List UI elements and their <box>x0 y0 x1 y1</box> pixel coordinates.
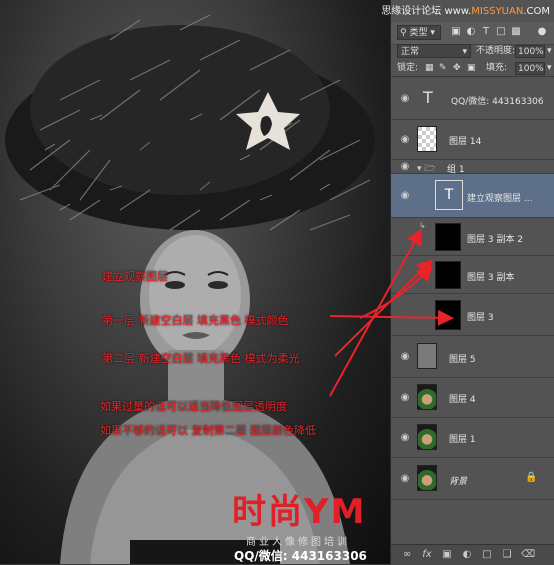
text-layer-icon: T <box>423 88 433 107</box>
layer-row-14[interactable]: ◉ 图层 14 <box>391 120 554 160</box>
filter-toggle-icon[interactable]: ● <box>537 25 547 39</box>
layer-name: 图层 1 <box>449 435 476 445</box>
new-group-icon[interactable]: □ <box>481 549 493 561</box>
image-filter-icon[interactable]: ▣ <box>451 25 461 39</box>
shape-filter-icon[interactable]: □ <box>496 25 506 39</box>
layer-thumbnail <box>417 343 437 369</box>
visibility-eye-icon[interactable]: ◉ <box>398 432 412 444</box>
visibility-eye-icon[interactable]: ◉ <box>398 134 412 146</box>
layer-row-5[interactable]: ◉ 图层 5 <box>391 336 554 378</box>
layer-thumbnail <box>435 261 461 289</box>
annotation-observe-layer: 建立观察图层 <box>102 270 168 283</box>
lock-paint-icon[interactable]: ✎ <box>439 61 447 75</box>
visibility-eye-icon[interactable]: ◉ <box>398 93 412 105</box>
lock-row: 锁定: ▦ ✎ ✥ ▣ 填充: 100% ▾ <box>391 60 554 77</box>
layer-name: 图层 5 <box>449 355 476 365</box>
lock-icon: 🔒 <box>525 472 538 483</box>
layer-name: 图层 4 <box>449 395 476 405</box>
visibility-eye-icon[interactable]: ◉ <box>398 161 412 173</box>
delete-layer-icon[interactable]: ⌫ <box>521 549 535 561</box>
smart-object-filter-icon[interactable]: ▩ <box>511 25 521 39</box>
layer-name: 图层 3 副本 2 <box>467 235 524 245</box>
layer-filter-bar: ⚲ 类型 ▾ ▣ ◐ T □ ▩ ● <box>391 22 554 45</box>
layer-thumbnail <box>435 300 461 330</box>
layer-row-qq-text[interactable]: ◉ T QQ/微信: 443163306 <box>391 78 554 120</box>
layer-name: 图层 14 <box>449 137 482 147</box>
blend-row: 正常 ▾ 不透明度: 100% ▾ <box>391 44 554 60</box>
layer-row-background[interactable]: ◉ 背景 🔒 <box>391 458 554 500</box>
layer-name: 图层 3 <box>467 313 494 323</box>
layer-row-3[interactable]: 图层 3 <box>391 294 554 336</box>
annotation-reduce-opacity: 如果过量的话可以适当降低图层透明度 <box>100 400 287 413</box>
link-layers-icon[interactable]: ∞ <box>401 549 413 561</box>
layer-row-1[interactable]: ◉ 图层 1 <box>391 418 554 458</box>
blend-mode-select[interactable]: 正常 ▾ <box>397 44 471 58</box>
new-layer-icon[interactable]: ❏ <box>501 549 513 561</box>
layers-panel: ⚲ 类型 ▾ ▣ ◐ T □ ▩ ● 正常 ▾ 不透明度: 100% ▾ 锁定: … <box>390 0 554 565</box>
layers-bottom-bar: ∞ fx ▣ ◐ □ ❏ ⌫ <box>391 544 554 565</box>
clip-arrow-icon: ↳ <box>419 221 426 230</box>
layer-thumbnail <box>417 465 437 491</box>
layer-thumbnail <box>435 223 461 251</box>
layer-name: 建立观察图层 ... <box>467 194 533 204</box>
layer-filter-select[interactable]: ⚲ 类型 ▾ <box>397 25 441 40</box>
fill-input[interactable]: 100% <box>515 62 545 75</box>
layer-style-icon[interactable]: fx <box>421 549 433 561</box>
layer-thumbnail <box>417 384 437 410</box>
visibility-eye-icon[interactable]: ◉ <box>398 190 412 202</box>
layer-thumbnail <box>417 424 437 450</box>
photo-illustration <box>5 14 375 564</box>
visibility-eye-icon[interactable]: ◉ <box>398 351 412 363</box>
lock-transparent-icon[interactable]: ▦ <box>425 61 434 75</box>
layer-row-group[interactable]: ◉ ▾ 🗁 组 1 <box>391 160 554 175</box>
text-filter-icon[interactable]: T <box>481 25 491 39</box>
layer-name: 图层 3 副本 <box>467 273 515 283</box>
opacity-label: 不透明度: <box>476 46 516 56</box>
site-watermark: 思缘设计论坛 www.MISSYUAN.COM <box>381 2 550 17</box>
opacity-input[interactable]: 100% <box>515 45 545 58</box>
canvas-photo: 建立观察图层 第一层 新建空白层 填充黑色 模式颜色 第二层 新建空白层 填充黑… <box>0 0 390 564</box>
layer-name: QQ/微信: 443163306 <box>451 97 544 107</box>
lock-label: 锁定: <box>397 63 419 73</box>
adjustment-layer-icon[interactable]: ◐ <box>461 549 473 561</box>
watermark-cn: 思缘设计论坛 <box>381 6 442 17</box>
adjustment-filter-icon[interactable]: ◐ <box>466 25 476 39</box>
layer-row-3-copy[interactable]: 图层 3 副本 <box>391 256 554 294</box>
lock-all-icon[interactable]: ▣ <box>467 61 476 75</box>
visibility-eye-icon[interactable]: ◉ <box>398 392 412 404</box>
lock-position-icon[interactable]: ✥ <box>453 61 461 75</box>
opacity-arrow-icon[interactable]: ▾ <box>547 44 552 58</box>
annotation-first-layer: 第一层 新建空白层 填充黑色 模式颜色 <box>102 314 289 327</box>
brand-logo: 时尚YM <box>232 492 367 532</box>
watermark-url-c: .COM <box>523 6 550 17</box>
watermark-url-b: MISSYUAN <box>471 6 524 17</box>
layer-row-3-copy-2[interactable]: ↳ 图层 3 副本 2 <box>391 218 554 256</box>
layer-thumbnail <box>417 126 437 152</box>
text-layer-icon: T <box>435 180 463 210</box>
layer-row-observe-selected[interactable]: ◉ T 建立观察图层 ... <box>391 174 554 218</box>
layer-row-4[interactable]: ◉ 图层 4 <box>391 378 554 418</box>
fill-arrow-icon[interactable]: ▾ <box>547 61 552 75</box>
brand-qq: QQ/微信: 443163306 <box>234 549 367 563</box>
annotation-second-layer: 第二层 新建空白层 填充黑色 模式为柔光 <box>102 352 300 365</box>
watermark-url-a: www. <box>444 6 472 17</box>
brand-tagline: 商业人像修图培训 <box>246 537 350 548</box>
layer-name: 背景 <box>449 477 468 487</box>
add-mask-icon[interactable]: ▣ <box>441 549 453 561</box>
annotation-duplicate-layer: 如果不够的话可以 复制第二层 图层颜色降低 <box>100 424 316 437</box>
fill-label: 填充: <box>486 63 508 73</box>
visibility-eye-icon[interactable]: ◉ <box>398 473 412 485</box>
